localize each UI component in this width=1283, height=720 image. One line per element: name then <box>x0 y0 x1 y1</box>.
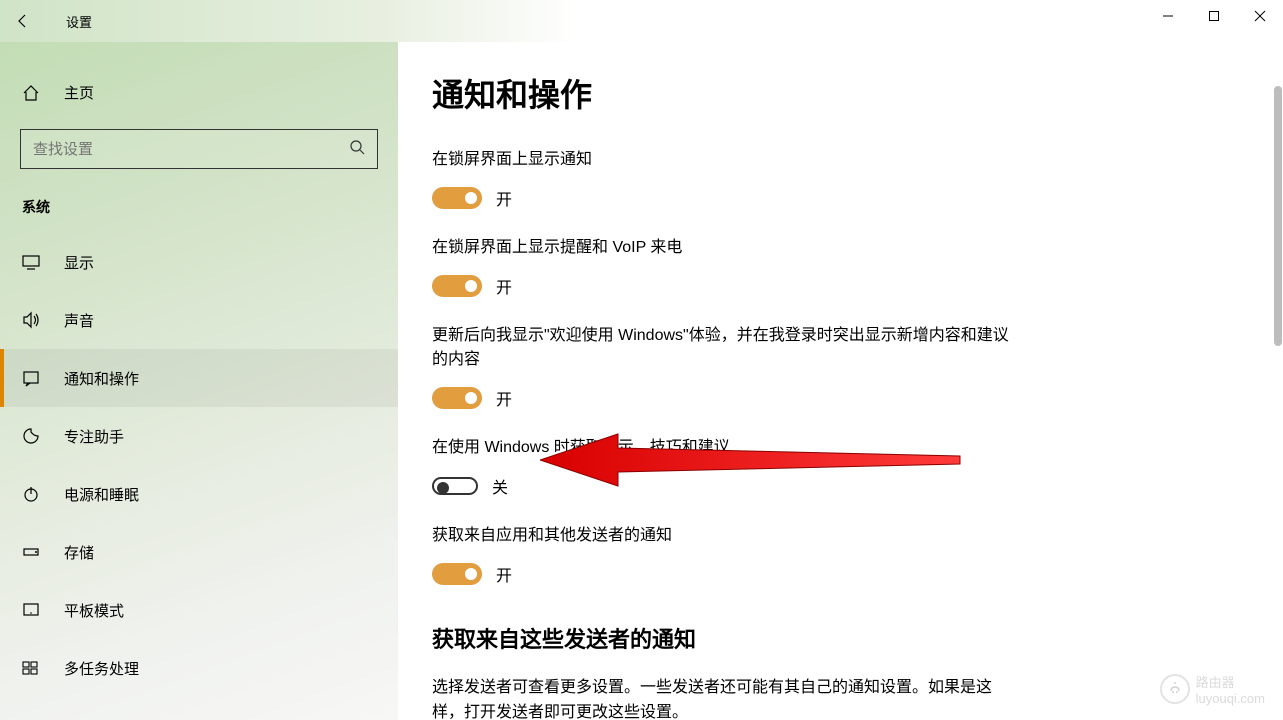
back-button[interactable] <box>0 0 46 42</box>
home-icon <box>22 84 42 102</box>
scrollbar-thumb[interactable] <box>1274 86 1282 346</box>
section-senders-title: 获取来自这些发送者的通知 <box>432 622 1243 654</box>
sidebar-item-notifications[interactable]: 通知和操作 <box>0 349 398 407</box>
sound-icon <box>22 311 42 329</box>
sidebar-item-storage[interactable]: 存储 <box>0 523 398 581</box>
display-icon <box>22 253 42 271</box>
titlebar: 设置 <box>0 0 1283 42</box>
setting-label: 更新后向我显示"欢迎使用 Windows"体验，并在我登录时突出显示新增内容和建… <box>432 324 1012 372</box>
setting-label: 在使用 Windows 时获取提示、技巧和建议 <box>432 436 1012 460</box>
scrollbar[interactable] <box>1273 42 1283 720</box>
setting-lockscreen-notifications: 在锁屏界面上显示通知 开 <box>432 148 1012 210</box>
toggle-state-text: 开 <box>496 274 512 298</box>
toggle-app-notifications[interactable] <box>432 563 482 585</box>
sidebar-item-label: 通知和操作 <box>64 368 139 389</box>
sidebar-item-label: 电源和睡眠 <box>64 484 139 505</box>
sidebar-item-label: 声音 <box>64 310 94 331</box>
sidebar-item-label: 存储 <box>64 542 94 563</box>
toggle-state-text: 开 <box>496 562 512 586</box>
toggle-lockscreen-notifications[interactable] <box>432 187 482 209</box>
toggle-welcome-experience[interactable] <box>432 387 482 409</box>
sidebar-home-label: 主页 <box>64 82 94 103</box>
multitask-icon <box>22 659 42 677</box>
window-controls <box>1145 0 1283 32</box>
toggle-state-text: 关 <box>492 474 508 498</box>
window-title: 设置 <box>66 12 92 31</box>
sidebar-item-focus[interactable]: 专注助手 <box>0 407 398 465</box>
search-input[interactable] <box>33 141 349 158</box>
sidebar-item-multitask[interactable]: 多任务处理 <box>0 639 398 697</box>
setting-welcome-experience: 更新后向我显示"欢迎使用 Windows"体验，并在我登录时突出显示新增内容和建… <box>432 324 1012 410</box>
setting-app-notifications: 获取来自应用和其他发送者的通知 开 <box>432 524 1012 586</box>
toggle-lockscreen-reminders[interactable] <box>432 275 482 297</box>
storage-icon <box>22 543 42 561</box>
toggle-tips[interactable] <box>432 477 478 495</box>
sidebar-item-label: 专注助手 <box>64 426 124 447</box>
setting-tips: 在使用 Windows 时获取提示、技巧和建议 关 <box>432 436 1012 498</box>
maximize-button[interactable] <box>1191 0 1237 32</box>
section-senders-desc: 选择发送者可查看更多设置。一些发送者还可能有其自己的通知设置。如果是这样，打开发… <box>432 676 992 720</box>
minimize-button[interactable] <box>1145 0 1191 32</box>
setting-label: 在锁屏界面上显示通知 <box>432 148 1012 172</box>
sidebar-category: 系统 <box>0 169 398 233</box>
sidebar-item-label: 显示 <box>64 252 94 273</box>
sidebar-item-sound[interactable]: 声音 <box>0 291 398 349</box>
sidebar-item-display[interactable]: 显示 <box>0 233 398 291</box>
sidebar: 主页 系统 显示 声音 通知和操作 专注助手 <box>0 42 398 720</box>
tablet-icon <box>22 601 42 619</box>
search-input-container[interactable] <box>20 129 378 169</box>
sidebar-home[interactable]: 主页 <box>0 72 398 113</box>
close-button[interactable] <box>1237 0 1283 32</box>
main-content: 通知和操作 在锁屏界面上显示通知 开 在锁屏界面上显示提醒和 VoIP 来电 开… <box>398 42 1283 720</box>
notifications-icon <box>22 369 42 387</box>
toggle-state-text: 开 <box>496 186 512 210</box>
sidebar-item-label: 多任务处理 <box>64 658 139 679</box>
focus-icon <box>22 427 42 445</box>
power-icon <box>22 485 42 503</box>
toggle-state-text: 开 <box>496 386 512 410</box>
setting-label: 在锁屏界面上显示提醒和 VoIP 来电 <box>432 236 1012 260</box>
setting-lockscreen-reminders: 在锁屏界面上显示提醒和 VoIP 来电 开 <box>432 236 1012 298</box>
sidebar-item-tablet[interactable]: 平板模式 <box>0 581 398 639</box>
search-icon <box>349 139 365 159</box>
page-title: 通知和操作 <box>432 70 1243 116</box>
sidebar-item-power[interactable]: 电源和睡眠 <box>0 465 398 523</box>
sidebar-item-label: 平板模式 <box>64 600 124 621</box>
setting-label: 获取来自应用和其他发送者的通知 <box>432 524 1012 548</box>
